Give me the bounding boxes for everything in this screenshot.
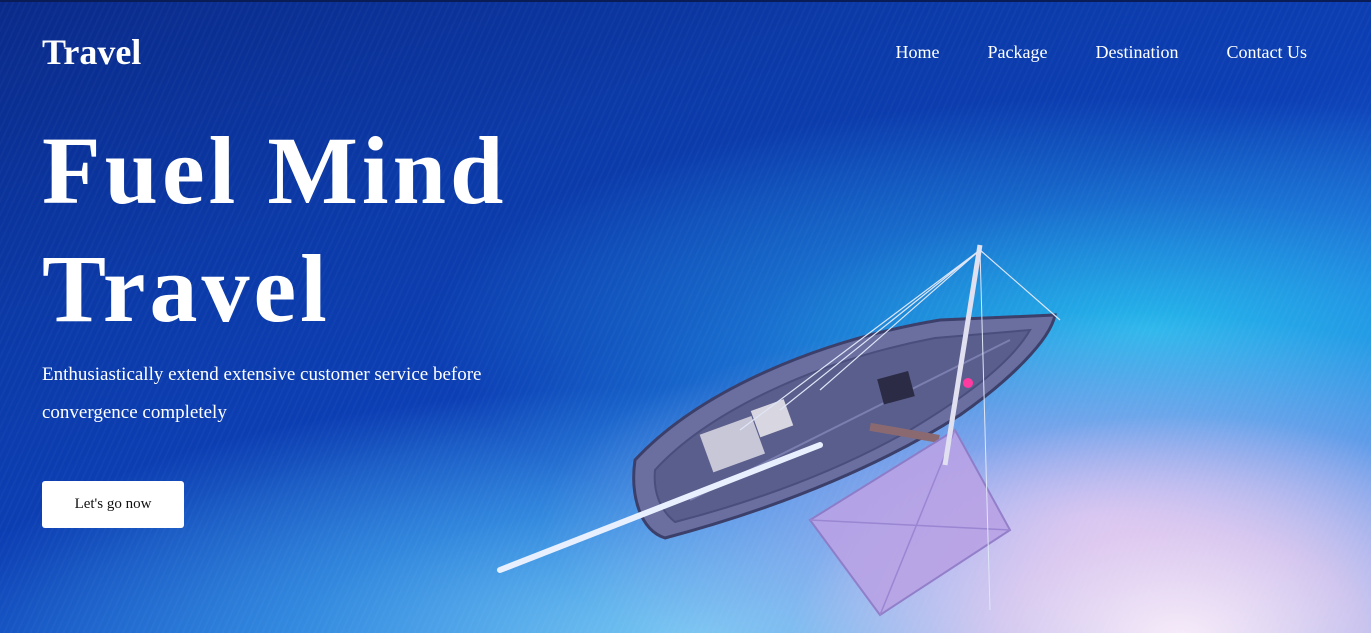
headline-line-1: Fuel Mind (42, 117, 508, 224)
top-edge-bar (0, 0, 1371, 2)
nav-contact-us[interactable]: Contact Us (1227, 40, 1308, 64)
boat-image (497, 244, 1061, 617)
lets-go-now-button[interactable]: Let's go now (42, 481, 184, 528)
nav-package[interactable]: Package (988, 40, 1048, 64)
hero-section: Travel Home Package Destination Contact … (0, 0, 1371, 633)
site-logo[interactable]: Travel (42, 30, 141, 74)
main-nav: Home Package Destination Contact Us (896, 40, 1307, 64)
hero-subtext: Enthusiastically extend extensive custom… (42, 364, 482, 423)
nav-destination[interactable]: Destination (1096, 40, 1179, 64)
nav-home[interactable]: Home (896, 40, 940, 64)
headline-line-2: Travel (42, 235, 331, 342)
hero-headline: Fuel Mind Travel (42, 112, 507, 348)
